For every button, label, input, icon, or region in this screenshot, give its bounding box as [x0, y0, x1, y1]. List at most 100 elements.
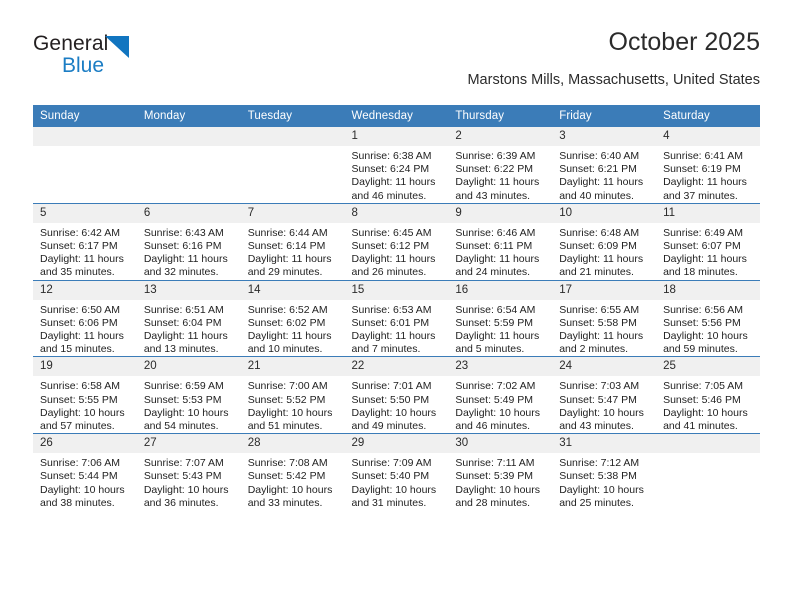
daylight-text-line2: and 18 minutes. — [663, 266, 738, 279]
calendar-day-cell[interactable]: 6 Sunrise: 6:43 AM Sunset: 6:16 PM Daylight… — [136, 202, 241, 281]
calendar-day-cell[interactable]: 12 Sunrise: 6:50 AM Sunset: 6:06 PM Dayligh… — [33, 279, 137, 357]
weekday-header-monday: Monday — [136, 105, 241, 127]
sunset-text: Sunset: 6:22 PM — [455, 163, 534, 176]
day-number: 25 — [656, 357, 760, 377]
calendar-day-cell[interactable]: 10 Sunrise: 6:48 AM Sunset: 6:09 PM Dayligh… — [552, 202, 657, 281]
calendar-day-cell[interactable]: 20 Sunrise: 6:59 AM Sunset: 5:53 PM Dayligh… — [136, 356, 241, 434]
calendar-day-cell[interactable]: 24 Sunrise: 7:03 AM Sunset: 5:47 PM Dayligh… — [552, 356, 657, 434]
day-number: 7 — [240, 203, 345, 223]
day-details: Sunrise: 6:50 AM Sunset: 6:06 PM Daylight:… — [33, 300, 137, 357]
calendar-day-cell[interactable]: 29 Sunrise: 7:09 AM Sunset: 5:40 PM Dayligh… — [344, 433, 449, 511]
daylight-text-line2: and 43 minutes. — [559, 420, 634, 433]
sunrise-text: Sunrise: 6:59 AM — [143, 380, 224, 393]
calendar-day-cell-empty — [33, 127, 137, 203]
calendar-day-cell[interactable]: 28 Sunrise: 7:08 AM Sunset: 5:42 PM Dayligh… — [240, 433, 345, 511]
calendar-day-cell[interactable]: 25 Sunrise: 7:05 AM Sunset: 5:46 PM Dayligh… — [656, 356, 760, 434]
day-number: 1 — [344, 127, 449, 146]
day-details: Sunrise: 6:46 AM Sunset: 6:11 PM Daylight:… — [448, 223, 552, 280]
sunset-text: Sunset: 5:55 PM — [40, 393, 118, 406]
sunset-text: Sunset: 5:52 PM — [247, 393, 326, 406]
day-details: Sunrise: 7:12 AM Sunset: 5:38 PM Daylight:… — [552, 453, 656, 510]
calendar-day-cell[interactable]: 17 Sunrise: 6:55 AM Sunset: 5:58 PM Dayligh… — [552, 279, 657, 357]
day-number: 8 — [344, 203, 449, 223]
calendar-week-row: 5 Sunrise: 6:42 AM Sunset: 6:17 PM Daylight… — [33, 202, 760, 281]
day-details: Sunrise: 6:38 AM Sunset: 6:24 PM Daylight:… — [345, 146, 449, 203]
page-title: October 2025 — [608, 28, 761, 56]
sunset-text: Sunset: 6:16 PM — [143, 240, 222, 253]
day-details: Sunrise: 6:44 AM Sunset: 6:14 PM Daylight:… — [241, 223, 345, 280]
calendar-day-cell[interactable]: 5 Sunrise: 6:42 AM Sunset: 6:17 PM Daylight… — [33, 202, 137, 281]
calendar-day-cell[interactable]: 18 Sunrise: 6:56 AM Sunset: 5:56 PM Dayligh… — [656, 279, 760, 357]
calendar-day-cell[interactable]: 30 Sunrise: 7:11 AM Sunset: 5:39 PM Dayligh… — [448, 433, 553, 511]
day-details: Sunrise: 6:55 AM Sunset: 5:58 PM Daylight:… — [552, 300, 656, 357]
daylight-text-line2: and 41 minutes. — [663, 420, 738, 433]
sunrise-text: Sunrise: 6:55 AM — [559, 303, 640, 316]
page-subtitle-location: Marstons Mills, Massachusetts, United St… — [467, 72, 760, 88]
daylight-text-line1: Daylight: 11 hours — [455, 253, 540, 266]
calendar-day-cell[interactable]: 3 Sunrise: 6:40 AM Sunset: 6:21 PM Daylight… — [552, 127, 657, 203]
sunrise-text: Sunrise: 7:06 AM — [40, 457, 120, 470]
daylight-text-line1: Daylight: 11 hours — [559, 330, 644, 343]
calendar-day-cell[interactable]: 13 Sunrise: 6:51 AM Sunset: 6:04 PM Dayligh… — [136, 279, 241, 357]
daylight-text-line1: Daylight: 11 hours — [143, 253, 228, 266]
daylight-text-line2: and 5 minutes. — [455, 343, 525, 356]
daylight-text-line1: Daylight: 10 hours — [351, 483, 437, 496]
weekday-header-saturday: Saturday — [656, 105, 760, 127]
daylight-text-line1: Daylight: 10 hours — [143, 483, 229, 496]
day-details: Sunrise: 6:56 AM Sunset: 5:56 PM Daylight:… — [656, 300, 760, 357]
weekday-header-sunday: Sunday — [33, 105, 137, 127]
calendar-day-cell[interactable]: 15 Sunrise: 6:53 AM Sunset: 6:01 PM Dayligh… — [344, 279, 449, 357]
sunrise-text: Sunrise: 6:58 AM — [40, 380, 120, 393]
day-details: Sunrise: 6:42 AM Sunset: 6:17 PM Daylight:… — [33, 223, 137, 280]
calendar-day-cell[interactable]: 7 Sunrise: 6:44 AM Sunset: 6:14 PM Daylight… — [240, 202, 345, 281]
daylight-text-line1: Daylight: 10 hours — [351, 406, 437, 419]
daylight-text-line2: and 43 minutes. — [455, 189, 531, 202]
logo-text-general: General — [33, 32, 109, 55]
day-number: 20 — [136, 357, 241, 377]
daylight-text-line1: Daylight: 10 hours — [663, 330, 748, 343]
day-details: Sunrise: 6:51 AM Sunset: 6:04 PM Daylight:… — [137, 300, 241, 357]
sunset-text: Sunset: 5:47 PM — [559, 393, 637, 406]
daylight-text-line2: and 40 minutes. — [559, 189, 634, 202]
calendar-day-cell[interactable]: 22 Sunrise: 7:01 AM Sunset: 5:50 PM Dayligh… — [344, 356, 449, 434]
daylight-text-line2: and 54 minutes. — [143, 420, 219, 433]
calendar-week-row: 19 Sunrise: 6:58 AM Sunset: 5:55 PM Dayligh… — [33, 356, 760, 434]
calendar-day-cell[interactable]: 19 Sunrise: 6:58 AM Sunset: 5:55 PM Dayligh… — [33, 356, 137, 434]
calendar-day-cell[interactable]: 9 Sunrise: 6:46 AM Sunset: 6:11 PM Daylight… — [448, 202, 553, 281]
calendar-header-row: Sunday Monday Tuesday Wednesday Thursday… — [33, 105, 760, 127]
weekday-header-wednesday: Wednesday — [344, 105, 449, 127]
daylight-text-line1: Daylight: 11 hours — [351, 330, 436, 343]
calendar-day-cell[interactable]: 11 Sunrise: 6:49 AM Sunset: 6:07 PM Dayligh… — [656, 202, 760, 281]
day-details: Sunrise: 6:48 AM Sunset: 6:09 PM Daylight:… — [552, 223, 656, 280]
sunset-text: Sunset: 6:14 PM — [247, 240, 326, 253]
page-header: General Blue October 2025 Marstons Mills… — [33, 28, 760, 100]
calendar-day-cell[interactable]: 4 Sunrise: 6:41 AM Sunset: 6:19 PM Daylight… — [656, 127, 760, 203]
sunset-text: Sunset: 6:01 PM — [351, 316, 430, 329]
sunset-text: Sunset: 5:42 PM — [247, 470, 326, 483]
sunset-text: Sunset: 5:53 PM — [143, 393, 222, 406]
calendar-day-cell[interactable]: 26 Sunrise: 7:06 AM Sunset: 5:44 PM Dayligh… — [33, 433, 137, 511]
sunrise-text: Sunrise: 6:45 AM — [351, 226, 432, 239]
calendar-day-cell[interactable]: 14 Sunrise: 6:52 AM Sunset: 6:02 PM Dayligh… — [240, 279, 345, 357]
day-details: Sunrise: 7:08 AM Sunset: 5:42 PM Daylight:… — [241, 453, 345, 510]
sunrise-text: Sunrise: 7:05 AM — [663, 380, 744, 393]
sunrise-text: Sunrise: 6:52 AM — [247, 303, 328, 316]
calendar-day-cell[interactable]: 8 Sunrise: 6:45 AM Sunset: 6:12 PM Daylight… — [344, 202, 449, 281]
daylight-text-line2: and 15 minutes. — [40, 343, 115, 356]
calendar-day-cell[interactable]: 21 Sunrise: 7:00 AM Sunset: 5:52 PM Dayligh… — [240, 356, 345, 434]
day-number: 2 — [448, 127, 553, 146]
daylight-text-line2: and 25 minutes. — [559, 496, 634, 509]
calendar-day-cell[interactable]: 27 Sunrise: 7:07 AM Sunset: 5:43 PM Dayligh… — [136, 433, 241, 511]
calendar-day-cell[interactable]: 16 Sunrise: 6:54 AM Sunset: 5:59 PM Dayligh… — [448, 279, 553, 357]
calendar-day-cell[interactable]: 1 Sunrise: 6:38 AM Sunset: 6:24 PM Daylight… — [344, 127, 449, 203]
day-number: 18 — [656, 280, 760, 300]
calendar-day-cell[interactable]: 2 Sunrise: 6:39 AM Sunset: 6:22 PM Daylight… — [448, 127, 553, 203]
daylight-text-line2: and 35 minutes. — [40, 266, 115, 279]
calendar-day-cell[interactable]: 31 Sunrise: 7:12 AM Sunset: 5:38 PM Dayligh… — [552, 433, 657, 511]
calendar-week-row: 12 Sunrise: 6:50 AM Sunset: 6:06 PM Dayligh… — [33, 279, 760, 357]
calendar-day-cell[interactable]: 23 Sunrise: 7:02 AM Sunset: 5:49 PM Dayligh… — [448, 356, 553, 434]
sunrise-text: Sunrise: 6:49 AM — [663, 226, 744, 239]
daylight-text-line2: and 32 minutes. — [143, 266, 219, 279]
daylight-text-line1: Daylight: 11 hours — [455, 176, 540, 189]
calendar-day-cell-empty — [136, 127, 241, 203]
